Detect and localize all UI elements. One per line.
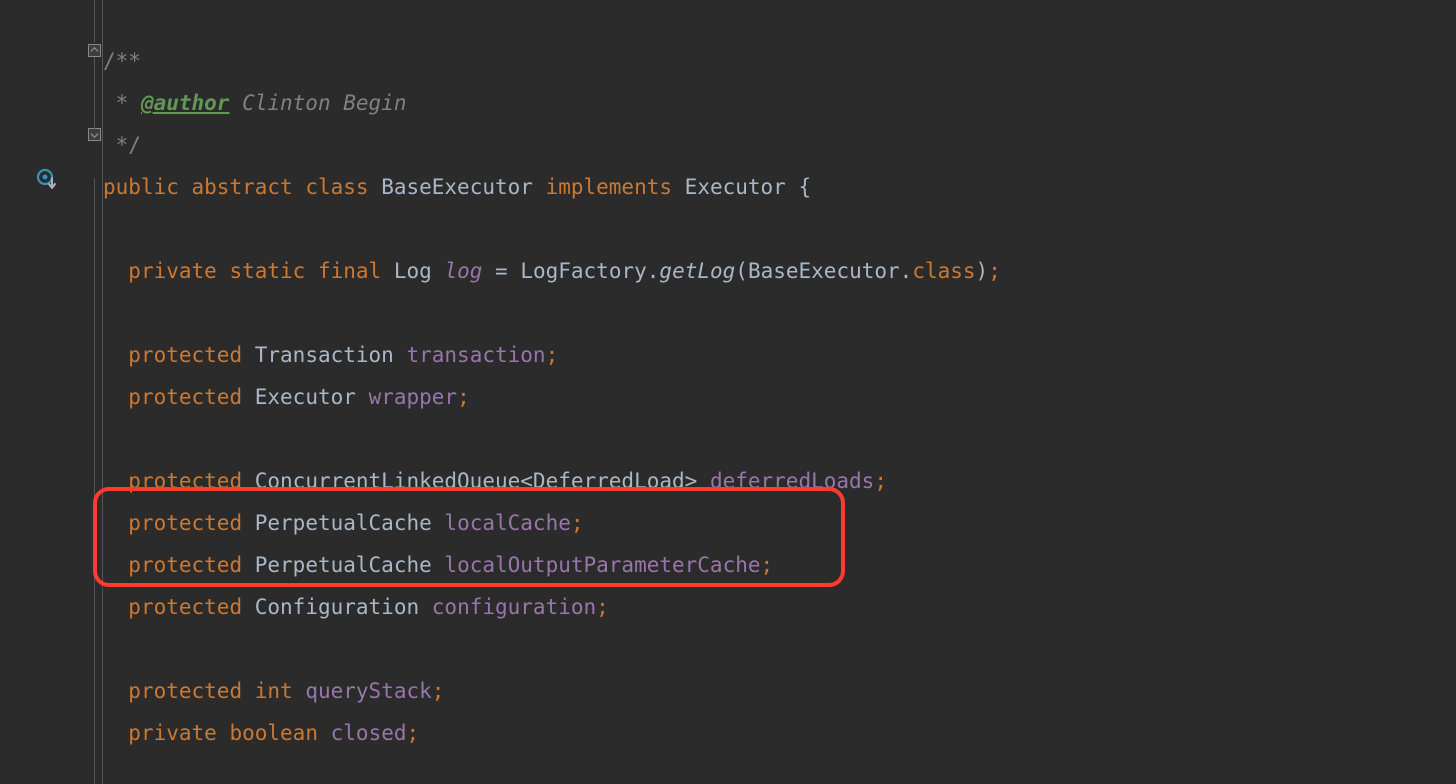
interface-name: Executor <box>685 175 786 199</box>
keyword-implements: implements <box>546 175 672 199</box>
field-transaction: transaction <box>406 343 545 367</box>
override-gutter-icon[interactable] <box>36 168 60 192</box>
keyword-final: final <box>318 259 381 283</box>
keyword-class-token: class <box>912 259 975 283</box>
code-line-blank[interactable] <box>103 418 1456 460</box>
semicolon: ; <box>874 469 887 493</box>
keyword-boolean: boolean <box>229 721 318 745</box>
type-transaction: Transaction <box>255 343 394 367</box>
semicolon: ; <box>761 553 774 577</box>
fold-guide-line <box>94 178 95 784</box>
semicolon: ; <box>988 259 1001 283</box>
code-line-class-decl[interactable]: public abstract class BaseExecutor imple… <box>103 166 1456 208</box>
type-baseexecutor-arg: BaseExecutor <box>748 259 900 283</box>
keyword-public: public <box>103 175 179 199</box>
fold-guide-doc <box>94 57 95 129</box>
type-perpetualcache: PerpetualCache <box>255 511 432 535</box>
keyword-protected: protected <box>128 469 242 493</box>
doc-comment-open: /** <box>103 49 141 73</box>
fold-handle-doc-end[interactable] <box>88 128 101 141</box>
code-line-localoutputparametercache[interactable]: protected PerpetualCache localOutputPara… <box>103 544 1456 586</box>
keyword-protected: protected <box>128 343 242 367</box>
semicolon: ; <box>432 679 445 703</box>
keyword-protected: protected <box>128 595 242 619</box>
semicolon: ; <box>596 595 609 619</box>
semicolon: ; <box>546 343 559 367</box>
field-localcache: localCache <box>444 511 570 535</box>
doc-comment-star: * <box>103 91 141 115</box>
type-executor: Executor <box>255 385 356 409</box>
dot: . <box>900 259 913 283</box>
field-localoutputparametercache: localOutputParameterCache <box>444 553 760 577</box>
javadoc-author-name: Clinton Begin <box>229 91 406 115</box>
javadoc-author-tag: @author <box>141 91 230 115</box>
semicolon: ; <box>407 721 420 745</box>
code-line-querystack[interactable]: protected int queryStack; <box>103 670 1456 712</box>
keyword-protected: protected <box>128 679 242 703</box>
gt: > <box>685 469 698 493</box>
keyword-class: class <box>305 175 368 199</box>
type-logfactory: LogFactory <box>520 259 646 283</box>
lt: < <box>520 469 533 493</box>
code-line-log[interactable]: private static final Log log = LogFactor… <box>103 250 1456 292</box>
field-wrapper: wrapper <box>369 385 458 409</box>
semicolon: ; <box>457 385 470 409</box>
class-name: BaseExecutor <box>381 175 533 199</box>
field-configuration: configuration <box>432 595 596 619</box>
field-deferredloads: deferredLoads <box>710 469 874 493</box>
keyword-static: static <box>229 259 305 283</box>
semicolon: ; <box>571 511 584 535</box>
field-closed: closed <box>331 721 407 745</box>
type-clq: ConcurrentLinkedQueue <box>255 469 521 493</box>
rparen: ) <box>976 259 989 283</box>
keyword-protected: protected <box>128 511 242 535</box>
type-configuration: Configuration <box>255 595 419 619</box>
dot: . <box>647 259 660 283</box>
code-line-localcache[interactable]: protected PerpetualCache localCache; <box>103 502 1456 544</box>
code-area[interactable]: /** * @author Clinton Begin */ public ab… <box>103 0 1456 784</box>
keyword-private: private <box>128 259 217 283</box>
keyword-protected: protected <box>128 553 242 577</box>
code-line[interactable]: * @author Clinton Begin <box>103 82 1456 124</box>
code-line-blank[interactable] <box>103 628 1456 670</box>
code-line-deferredloads[interactable]: protected ConcurrentLinkedQueue<Deferred… <box>103 460 1456 502</box>
equals: = <box>482 259 520 283</box>
field-log: log <box>444 259 482 283</box>
keyword-abstract: abstract <box>192 175 293 199</box>
brace-open: { <box>798 175 811 199</box>
keyword-private: private <box>128 721 217 745</box>
code-editor[interactable]: /** * @author Clinton Begin */ public ab… <box>0 0 1456 784</box>
keyword-protected: protected <box>128 385 242 409</box>
code-line[interactable]: /** <box>103 40 1456 82</box>
type-deferredload: DeferredLoad <box>533 469 685 493</box>
code-line-blank[interactable] <box>103 292 1456 334</box>
gutter-fold-strip <box>87 0 103 784</box>
fold-guide-line <box>94 0 95 42</box>
gutter[interactable] <box>0 0 103 784</box>
field-querystack: queryStack <box>305 679 431 703</box>
code-line-wrapper[interactable]: protected Executor wrapper; <box>103 376 1456 418</box>
code-line-configuration[interactable]: protected Configuration configuration; <box>103 586 1456 628</box>
type-log: Log <box>394 259 432 283</box>
keyword-int: int <box>255 679 293 703</box>
code-line-transaction[interactable]: protected Transaction transaction; <box>103 334 1456 376</box>
doc-comment-close: */ <box>103 133 141 157</box>
type-perpetualcache: PerpetualCache <box>255 553 432 577</box>
code-line-blank[interactable] <box>103 208 1456 250</box>
code-line[interactable]: */ <box>103 124 1456 166</box>
code-line-closed[interactable]: private boolean closed; <box>103 712 1456 754</box>
lparen: ( <box>735 259 748 283</box>
fold-handle-doc[interactable] <box>88 44 101 57</box>
method-getlog: getLog <box>659 259 735 283</box>
